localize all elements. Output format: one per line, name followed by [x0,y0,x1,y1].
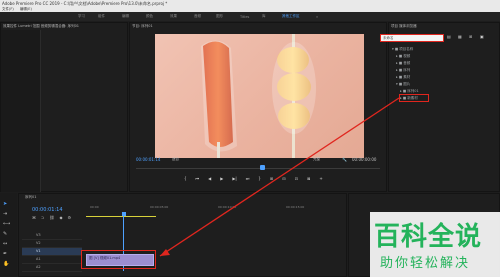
watermark-box: 百科全说 助你轻松解决 [370,212,500,277]
watermark-subtitle: 助你轻松解决 [380,256,471,271]
watermark-title: 百科全说 [374,222,483,252]
